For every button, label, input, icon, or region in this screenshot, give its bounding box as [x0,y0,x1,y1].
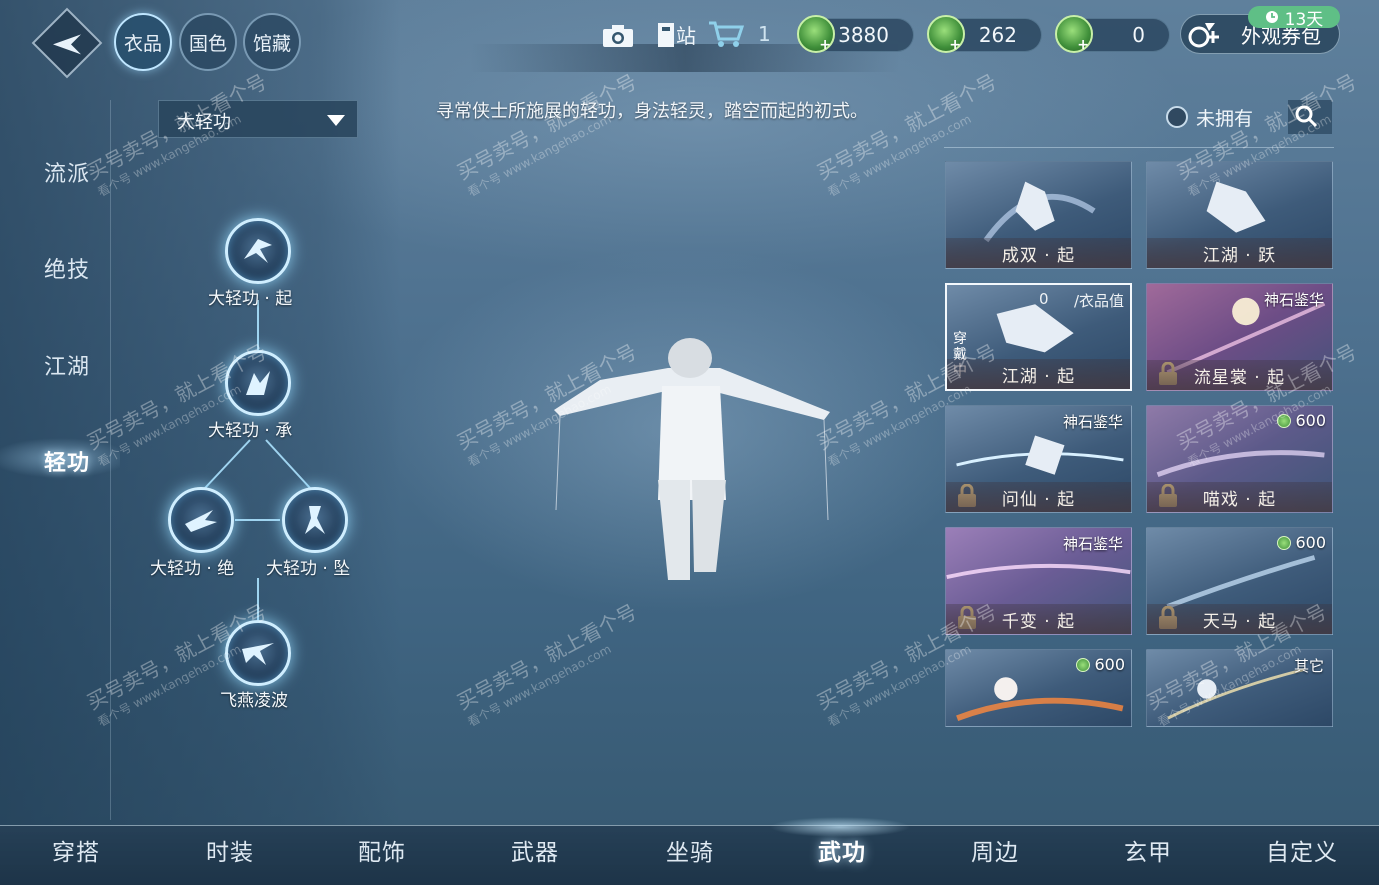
not-owned-label: 未拥有 [1196,108,1254,130]
skill-label: 大轻功 · 起 [208,289,293,309]
card-name: 江湖 · 跃 [1147,238,1332,268]
skill-description: 寻常侠士所施展的轻功，身法轻灵，踏空而起的初式。 [436,101,868,122]
camera-icon [603,25,633,47]
skill-label: 大轻功 · 承 [208,421,293,441]
card-name: 喵戏 · 起 [1147,482,1332,512]
jade-coin-icon [927,15,965,53]
station-label: 站 [676,24,696,48]
currency-amount: 3880 [838,23,889,47]
currency-jade-1[interactable]: 3880 [797,15,914,53]
card-qianbian[interactable]: 神石鉴华 千变 · 起 [945,527,1132,635]
skill-label: 飞燕凌波 [220,691,288,711]
skill-label: 大轻功 · 坠 [266,559,351,579]
jade-coin-icon [1277,413,1292,428]
tab-wuqi[interactable]: 武器 [485,833,585,867]
card-price: 600 [1277,411,1326,430]
cart-count: 1 [758,22,771,46]
not-owned-checkbox[interactable] [1166,106,1188,128]
currency-jade-2[interactable]: 262 [927,15,1042,53]
skill-tree-lines [204,300,311,620]
card-name: 问仙 · 起 [946,482,1131,512]
swallow-figure-icon [242,643,274,665]
card-chengshuang[interactable]: 成双 · 起 [945,161,1132,269]
jade-coin-icon [797,15,835,53]
skill-node-zhui[interactable] [282,487,348,553]
card-price: 600 [1277,533,1326,552]
card-name: 千变 · 起 [946,604,1131,634]
jade-coin-icon [1055,15,1093,53]
outfit-value-label: /衣品值 [1073,292,1124,310]
card-jianghu-qi[interactable]: 0 /衣品值 穿戴中 江湖 · 起 [945,283,1132,391]
card-jianghu-yue[interactable]: 江湖 · 跃 [1146,161,1333,269]
camera-button[interactable] [602,24,634,52]
watermark: 买号卖号，就上看个号 看个号 www.kangehao.com [452,599,641,730]
clock-icon [1265,11,1278,23]
watermark: 买号卖号，就上看个号 看个号 www.kangehao.com [452,69,641,200]
jade-coin-icon [1277,535,1292,550]
card-tag: 神石鉴华 [1062,413,1123,431]
gift-icon [1188,23,1219,48]
card-name: 江湖 · 起 [947,359,1130,389]
station-button[interactable]: 站 [656,20,696,49]
tab-zuoqi[interactable]: 坐骑 [640,833,740,867]
tab-xuanjia[interactable]: 玄甲 [1098,833,1198,867]
currency-jade-3[interactable]: 0 [1055,15,1170,53]
skill-node-feiyan[interactable] [225,620,291,686]
card-name: 流星裳 · 起 [1147,360,1332,390]
card-name: 天马 · 起 [1147,604,1332,634]
tab-peishi[interactable]: 配饰 [332,833,432,867]
search-button[interactable] [1288,100,1332,134]
card-name: 成双 · 起 [946,238,1131,268]
skill-node-qi[interactable] [225,218,291,284]
tab-chuanda[interactable]: 穿搭 [26,833,126,867]
card-miaoxi[interactable]: 600 喵戏 · 起 [1146,405,1333,513]
card-wenxian[interactable]: 神石鉴华 问仙 · 起 [945,405,1132,513]
skill-label: 大轻功 · 绝 [150,559,235,579]
card-tianma[interactable]: 600 天马 · 起 [1146,527,1333,635]
card-price: 600 [1076,655,1125,674]
dash-figure-icon [185,510,217,532]
falling-figure-icon [305,506,325,534]
character-figure[interactable] [540,330,840,590]
card-tag: 神石鉴华 [1263,291,1324,309]
wing-figure-icon [246,371,270,395]
card-item-9[interactable]: 600 [945,649,1132,727]
tab-wugong[interactable]: 武功 [792,833,892,867]
skill-node-cheng[interactable] [225,350,291,416]
tab-zidingyi[interactable]: 自定义 [1252,833,1352,867]
jade-coin-icon [1076,657,1091,672]
timer-text: 13天 [1284,9,1324,30]
skill-node-jue[interactable] [168,487,234,553]
search-icon [1295,105,1318,128]
station-icon [658,22,674,47]
outfit-value-number: 0 [1039,290,1049,308]
currency-amount: 262 [978,23,1017,47]
card-tag: 神石鉴华 [1062,535,1123,553]
tab-shizhuang[interactable]: 时装 [180,833,280,867]
card-item-10[interactable]: 其它 [1146,649,1333,727]
cart-button[interactable]: 1 [708,20,771,48]
currency-amount: 0 [1132,23,1145,47]
card-tag: 其它 [1293,657,1324,675]
card-liuxingshang[interactable]: 神石鉴华 流星裳 · 起 [1146,283,1333,391]
tab-zhoubian[interactable]: 周边 [945,833,1045,867]
timer-badge: 13天 [1248,6,1340,30]
cart-icon [709,21,744,47]
flying-figure-icon [244,239,272,263]
list-divider [944,147,1334,148]
